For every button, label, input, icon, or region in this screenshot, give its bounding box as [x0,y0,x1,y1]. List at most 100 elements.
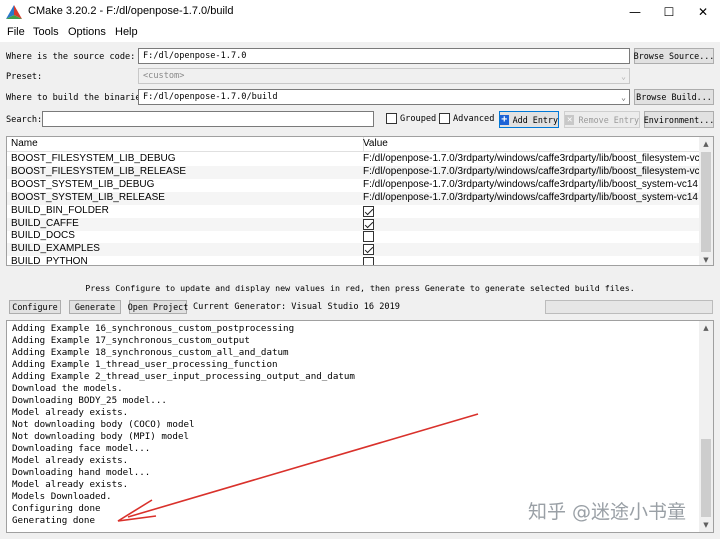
output-line: Downloading hand model... [12,467,151,478]
output-scroll-thumb[interactable] [701,439,711,517]
title-bar: CMake 3.20.2 - F:/dl/openpose-1.7.0/buil… [0,0,720,24]
output-line: Not downloading body (MPI) model [12,431,190,442]
row-checkbox[interactable] [363,231,374,243]
row-name: BUILD_DOCS [11,230,75,242]
scroll-up-icon[interactable]: ▲ [699,321,713,335]
row-checkbox[interactable] [363,244,374,256]
output-line: Not downloading body (COCO) model [12,419,195,430]
menu-file[interactable]: File [7,26,25,38]
output-line: Generating done [12,515,95,526]
add-entry-label: Add Entry [512,114,558,125]
row-name: BOOST_SYSTEM_LIB_DEBUG [11,178,155,190]
table-scroll-thumb[interactable] [701,152,711,252]
source-label: Where is the source code: [6,52,136,62]
table-row[interactable]: BUILD_PYTHON [7,256,701,266]
maximize-icon: ☐ [663,5,675,19]
minimize-icon: — [629,5,641,19]
table-row[interactable]: BUILD_CAFFE [7,217,701,231]
grouped-checkbox[interactable]: Grouped [386,113,436,124]
cmake-logo-icon [6,5,22,19]
row-name: BOOST_FILESYSTEM_LIB_DEBUG [11,153,176,164]
row-name: BUILD_PYTHON [11,256,88,266]
table-row[interactable]: BOOST_SYSTEM_LIB_RELEASE F:/dl/openpose-1… [7,191,701,205]
output-line: Downloading BODY_25 model... [12,395,167,406]
status-message: Press Configure to update and display ne… [85,283,635,293]
table-row[interactable]: BUILD_DOCS [7,230,701,243]
row-name: BOOST_FILESYSTEM_LIB_RELEASE [11,165,187,177]
grouped-checkbox-box[interactable] [386,113,397,124]
output-line: Model already exists. [12,479,129,490]
table-row[interactable]: BOOST_SYSTEM_LIB_DEBUG F:/dl/openpose-1.7… [7,179,701,192]
advanced-checkbox-box[interactable] [439,113,450,124]
advanced-checkbox[interactable]: Advanced [439,113,494,124]
menu-bar: File Tools Options Help [0,24,720,42]
open-project-button[interactable]: Open Project [128,300,188,314]
table-header: Name Value [7,137,701,152]
output-line: Adding Example 18_synchronous_custom_all… [12,347,289,358]
source-path-input[interactable]: F:/dl/openpose-1.7.0 [138,48,630,64]
row-checkbox[interactable] [363,205,374,217]
row-value[interactable]: F:/dl/openpose-1.7.0/3rdparty/windows/ca… [363,192,701,203]
table-scrollbar[interactable]: ▲ ▼ [699,137,713,265]
output-scrollbar[interactable]: ▲ ▼ [699,321,713,532]
table-row[interactable]: BUILD_BIN_FOLDER [7,205,701,218]
output-line: Model already exists. [12,407,129,418]
output-line: Adding Example 1_thread_user_processing_… [12,359,278,370]
table-row[interactable]: BOOST_FILESYSTEM_LIB_DEBUG F:/dl/openpose… [7,153,701,166]
add-entry-button[interactable]: + Add Entry [499,111,559,128]
row-name: BUILD_BIN_FOLDER [11,204,109,216]
column-header-value[interactable]: Value [363,138,388,149]
search-input[interactable] [42,111,374,127]
watermark: 知乎 @迷途小书童 [528,501,687,523]
row-value[interactable]: F:/dl/openpose-1.7.0/3rdparty/windows/ca… [363,153,701,164]
advanced-label: Advanced [453,113,495,124]
row-name: BOOST_SYSTEM_LIB_RELEASE [11,191,165,203]
chevron-down-icon: ⌄ [621,93,626,102]
row-value[interactable]: F:/dl/openpose-1.7.0/3rdparty/windows/ca… [363,166,701,177]
column-header-name[interactable]: Name [11,138,38,149]
binaries-path-combo[interactable]: F:/dl/openpose-1.7.0/build ⌄ [138,89,630,105]
preset-value: <custom> [143,71,185,81]
grouped-label: Grouped [400,113,437,124]
browse-source-button[interactable]: Browse Source... [634,48,714,64]
progress-bar [545,300,713,314]
scroll-down-icon[interactable]: ▼ [699,518,713,532]
output-line: Adding Example 17_synchronous_custom_out… [12,335,250,346]
binaries-path-value: F:/dl/openpose-1.7.0/build [143,92,278,102]
output-line: Model already exists. [12,455,129,466]
generate-button[interactable]: Generate [69,300,121,314]
scroll-up-icon[interactable]: ▲ [699,137,713,151]
cache-table: Name Value BOOST_FILESYSTEM_LIB_DEBUG F:/… [6,136,714,266]
scroll-down-icon[interactable]: ▼ [699,253,713,265]
row-name: BUILD_EXAMPLES [11,243,100,255]
menu-help[interactable]: Help [115,26,138,38]
binaries-label: Where to build the binaries: [6,93,151,103]
search-label: Search: [6,115,43,125]
menu-options[interactable]: Options [68,26,106,38]
browse-build-button[interactable]: Browse Build... [634,89,714,105]
maximize-button[interactable]: ☐ [652,0,686,24]
environment-button[interactable]: Environment... [644,111,714,128]
source-path-value: F:/dl/openpose-1.7.0 [143,51,247,61]
chevron-down-icon: ⌄ [621,72,626,81]
preset-label: Preset: [6,72,43,82]
row-value[interactable]: F:/dl/openpose-1.7.0/3rdparty/windows/ca… [363,179,701,190]
output-line: Download the models. [12,383,123,394]
output-line: Adding Example 16_synchronous_custom_pos… [12,323,295,334]
minimize-button[interactable]: — [618,0,652,24]
output-line: Downloading face model... [12,443,151,454]
close-button[interactable]: ✕ [686,0,720,24]
table-row[interactable]: BUILD_EXAMPLES [7,243,701,257]
table-row[interactable]: BOOST_FILESYSTEM_LIB_RELEASE F:/dl/openpo… [7,165,701,179]
close-icon: ✕ [697,5,709,19]
row-checkbox[interactable] [363,257,374,265]
configure-button[interactable]: Configure [9,300,61,314]
window-title: CMake 3.20.2 - F:/dl/openpose-1.7.0/buil… [28,5,234,17]
menu-tools[interactable]: Tools [33,26,59,38]
add-icon: + [500,113,509,125]
remove-entry-button[interactable]: ✕ Remove Entry [564,111,640,128]
preset-combo[interactable]: <custom> ⌄ [138,68,630,84]
row-checkbox[interactable] [363,218,374,230]
remove-icon: ✕ [565,114,575,125]
output-line: Adding Example 2_thread_user_input_proce… [12,371,355,382]
